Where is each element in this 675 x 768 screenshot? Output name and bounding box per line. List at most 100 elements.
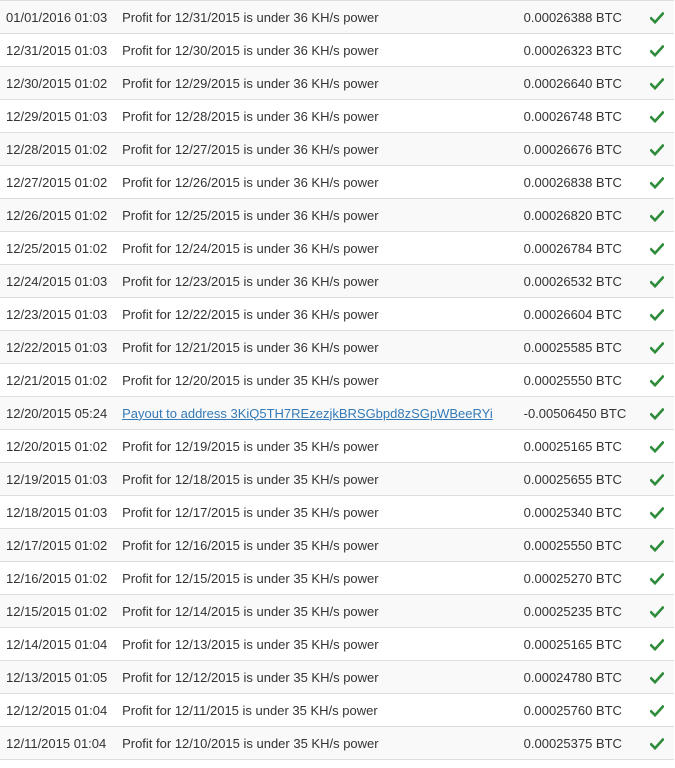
table-row: 12/24/2015 01:03 Profit for 12/23/2015 is… — [0, 264, 674, 298]
transaction-status — [640, 396, 674, 430]
check-icon — [649, 11, 665, 25]
transaction-status — [640, 693, 674, 727]
table-row: 12/25/2015 01:02 Profit for 12/24/2015 is… — [0, 231, 674, 265]
transaction-status — [640, 264, 674, 298]
transaction-status — [640, 165, 674, 199]
check-icon — [649, 605, 665, 619]
table-row: 12/20/2015 05:24 Payout to address 3KiQ5T… — [0, 396, 674, 430]
transaction-description: Profit for 12/11/2015 is under 35 KH/s p… — [122, 693, 524, 727]
transaction-date: 12/25/2015 01:02 — [0, 231, 123, 265]
table-row: 12/17/2015 01:02 Profit for 12/16/2015 is… — [0, 528, 674, 562]
transactions-table: 01/01/2016 01:03 Profit for 12/31/2015 is… — [0, 0, 674, 760]
transaction-amount: 0.00026784 BTC — [523, 231, 641, 265]
transaction-amount: 0.00025760 BTC — [523, 693, 641, 727]
transaction-status — [640, 132, 674, 166]
transaction-status — [640, 0, 674, 34]
check-icon — [649, 473, 665, 487]
transaction-amount: 0.00026640 BTC — [523, 66, 641, 100]
table-row: 12/28/2015 01:02 Profit for 12/27/2015 is… — [0, 132, 674, 166]
transactions-body: 01/01/2016 01:03 Profit for 12/31/2015 is… — [0, 0, 674, 760]
transaction-amount: 0.00025340 BTC — [523, 495, 641, 529]
transaction-amount: 0.00026748 BTC — [523, 99, 641, 133]
transaction-status — [640, 198, 674, 232]
transaction-description: Profit for 12/12/2015 is under 35 KH/s p… — [122, 660, 524, 694]
table-row: 12/23/2015 01:03 Profit for 12/22/2015 is… — [0, 297, 674, 331]
table-row: 12/14/2015 01:04 Profit for 12/13/2015 is… — [0, 627, 674, 661]
transaction-description: Profit for 12/25/2015 is under 36 KH/s p… — [122, 198, 524, 232]
check-icon — [649, 143, 665, 157]
check-icon — [649, 737, 665, 751]
transaction-date: 12/19/2015 01:03 — [0, 462, 123, 496]
transaction-date: 12/22/2015 01:03 — [0, 330, 123, 364]
transaction-amount: 0.00025235 BTC — [523, 594, 641, 628]
transaction-amount: 0.00026676 BTC — [523, 132, 641, 166]
transaction-status — [640, 33, 674, 67]
table-row: 12/20/2015 01:02 Profit for 12/19/2015 is… — [0, 429, 674, 463]
transaction-status — [640, 660, 674, 694]
table-row: 12/18/2015 01:03 Profit for 12/17/2015 is… — [0, 495, 674, 529]
check-icon — [649, 704, 665, 718]
check-icon — [649, 308, 665, 322]
check-icon — [649, 341, 665, 355]
check-icon — [649, 110, 665, 124]
transaction-date: 12/17/2015 01:02 — [0, 528, 123, 562]
check-icon — [649, 506, 665, 520]
transaction-description: Profit for 12/23/2015 is under 36 KH/s p… — [122, 264, 524, 298]
transaction-amount: -0.00506450 BTC — [523, 396, 641, 430]
transaction-date: 12/26/2015 01:02 — [0, 198, 123, 232]
table-row: 01/01/2016 01:03 Profit for 12/31/2015 is… — [0, 0, 674, 34]
table-row: 12/21/2015 01:02 Profit for 12/20/2015 is… — [0, 363, 674, 397]
transaction-date: 12/21/2015 01:02 — [0, 363, 123, 397]
transaction-description: Profit for 12/13/2015 is under 35 KH/s p… — [122, 627, 524, 661]
transaction-status — [640, 462, 674, 496]
table-row: 12/11/2015 01:04 Profit for 12/10/2015 is… — [0, 726, 674, 760]
check-icon — [649, 638, 665, 652]
transaction-description: Profit for 12/29/2015 is under 36 KH/s p… — [122, 66, 524, 100]
transaction-description-cell: Payout to address 3KiQ5TH7REzezjkBRSGbpd… — [122, 396, 524, 430]
transaction-description: Profit for 12/30/2015 is under 36 KH/s p… — [122, 33, 524, 67]
check-icon — [649, 242, 665, 256]
transaction-description: Profit for 12/31/2015 is under 36 KH/s p… — [122, 0, 524, 34]
transaction-description: Profit for 12/21/2015 is under 36 KH/s p… — [122, 330, 524, 364]
transaction-description: Profit for 12/26/2015 is under 36 KH/s p… — [122, 165, 524, 199]
transaction-amount: 0.00025375 BTC — [523, 726, 641, 760]
table-row: 12/15/2015 01:02 Profit for 12/14/2015 is… — [0, 594, 674, 628]
table-row: 12/12/2015 01:04 Profit for 12/11/2015 is… — [0, 693, 674, 727]
check-icon — [649, 374, 665, 388]
transaction-status — [640, 99, 674, 133]
check-icon — [649, 77, 665, 91]
transaction-date: 12/23/2015 01:03 — [0, 297, 123, 331]
transaction-date: 12/29/2015 01:03 — [0, 99, 123, 133]
transaction-description: Profit for 12/15/2015 is under 35 KH/s p… — [122, 561, 524, 595]
transaction-status — [640, 627, 674, 661]
transaction-status — [640, 594, 674, 628]
transaction-date: 12/20/2015 01:02 — [0, 429, 123, 463]
table-row: 12/13/2015 01:05 Profit for 12/12/2015 is… — [0, 660, 674, 694]
transaction-status — [640, 528, 674, 562]
transaction-date: 12/27/2015 01:02 — [0, 165, 123, 199]
payout-address-link[interactable]: Payout to address 3KiQ5TH7REzezjkBRSGbpd… — [122, 406, 493, 421]
check-icon — [649, 539, 665, 553]
transaction-description: Profit for 12/27/2015 is under 36 KH/s p… — [122, 132, 524, 166]
transaction-amount: 0.00025550 BTC — [523, 363, 641, 397]
transaction-status — [640, 495, 674, 529]
table-row: 12/31/2015 01:03 Profit for 12/30/2015 is… — [0, 33, 674, 67]
transaction-amount: 0.00025165 BTC — [523, 429, 641, 463]
transaction-description: Profit for 12/20/2015 is under 35 KH/s p… — [122, 363, 524, 397]
transaction-date: 12/24/2015 01:03 — [0, 264, 123, 298]
transaction-description: Profit for 12/28/2015 is under 36 KH/s p… — [122, 99, 524, 133]
transaction-amount: 0.00026820 BTC — [523, 198, 641, 232]
transaction-amount: 0.00025550 BTC — [523, 528, 641, 562]
check-icon — [649, 176, 665, 190]
transaction-amount: 0.00026604 BTC — [523, 297, 641, 331]
transaction-amount: 0.00025585 BTC — [523, 330, 641, 364]
check-icon — [649, 440, 665, 454]
transaction-description: Profit for 12/24/2015 is under 36 KH/s p… — [122, 231, 524, 265]
check-icon — [649, 44, 665, 58]
transaction-date: 12/16/2015 01:02 — [0, 561, 123, 595]
transaction-amount: 0.00026388 BTC — [523, 0, 641, 34]
table-row: 12/16/2015 01:02 Profit for 12/15/2015 is… — [0, 561, 674, 595]
table-row: 12/26/2015 01:02 Profit for 12/25/2015 is… — [0, 198, 674, 232]
table-row: 12/22/2015 01:03 Profit for 12/21/2015 is… — [0, 330, 674, 364]
transaction-date: 01/01/2016 01:03 — [0, 0, 123, 34]
